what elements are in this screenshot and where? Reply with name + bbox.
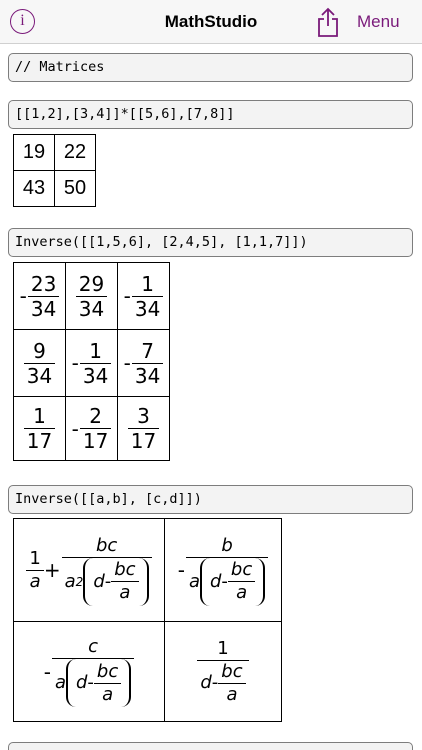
fraction: 1 34 (79, 339, 112, 388)
matrix-cell: -2 17 (65, 396, 118, 461)
fraction: 9 34 (23, 339, 56, 388)
share-icon[interactable] (315, 6, 341, 38)
matrix-cell: -1 34 (117, 262, 170, 330)
fraction: 7 34 (131, 339, 164, 388)
fraction: 1 d- bc a (197, 638, 249, 706)
result-matrix: 1 a + bc a2 d- bc a - b a d - bc a - c a… (13, 518, 282, 722)
fraction: 2 17 (79, 404, 112, 453)
fraction: bc a2 d- bc a (61, 535, 152, 606)
fraction: 1 a (26, 548, 44, 593)
fraction: c a d- bc a (51, 636, 135, 707)
matrix-cell: -1 34 (65, 329, 118, 397)
command-input[interactable]: Inverse([[1,5,6], [2,4,5], [1,1,7]]) (8, 228, 413, 257)
fraction: 3 17 (127, 404, 160, 453)
fraction: 29 34 (75, 272, 108, 321)
matrix-cell: - c a d- bc a (13, 621, 165, 722)
matrix-cell: 3 17 (117, 396, 170, 461)
fraction: 1 17 (23, 404, 56, 453)
matrix-cell: 29 34 (65, 262, 118, 330)
fraction: 1 34 (131, 272, 164, 321)
matrix-cell: 1 a + bc a2 d- bc a (13, 518, 165, 622)
result-matrix: -23 34 29 34 -1 34 9 34 -1 34-7 34 1 17 -2 17 3 17 (13, 262, 170, 461)
matrix-cell: 22 (54, 134, 96, 171)
command-input[interactable]: Inverse([[a,b], [c,d]]) (8, 485, 413, 514)
matrix-cell: 50 (54, 170, 96, 207)
matrix-cell: 1 d- bc a (164, 621, 282, 722)
matrix-cell: - b a d- bc a (164, 518, 282, 622)
fraction: 23 34 (27, 272, 60, 321)
command-input[interactable]: [[1,2],[3,4]]*[[5,6],[7,8]] (8, 100, 413, 129)
menu-button[interactable]: Menu (357, 0, 400, 44)
command-input-next[interactable] (8, 742, 413, 750)
fraction: b a d- bc a (185, 535, 269, 606)
command-input[interactable]: // Matrices (8, 53, 413, 82)
matrix-cell: 1 17 (13, 396, 66, 461)
matrix-cell: 9 34 (13, 329, 66, 397)
matrix-cell: -7 34 (117, 329, 170, 397)
matrix-cell: 19 (13, 134, 55, 171)
matrix-cell: 43 (13, 170, 55, 207)
result-matrix: 19 22 43 50 (13, 134, 96, 207)
matrix-cell: -23 34 (13, 262, 66, 330)
navigation-bar: i MathStudio Menu (0, 0, 422, 44)
